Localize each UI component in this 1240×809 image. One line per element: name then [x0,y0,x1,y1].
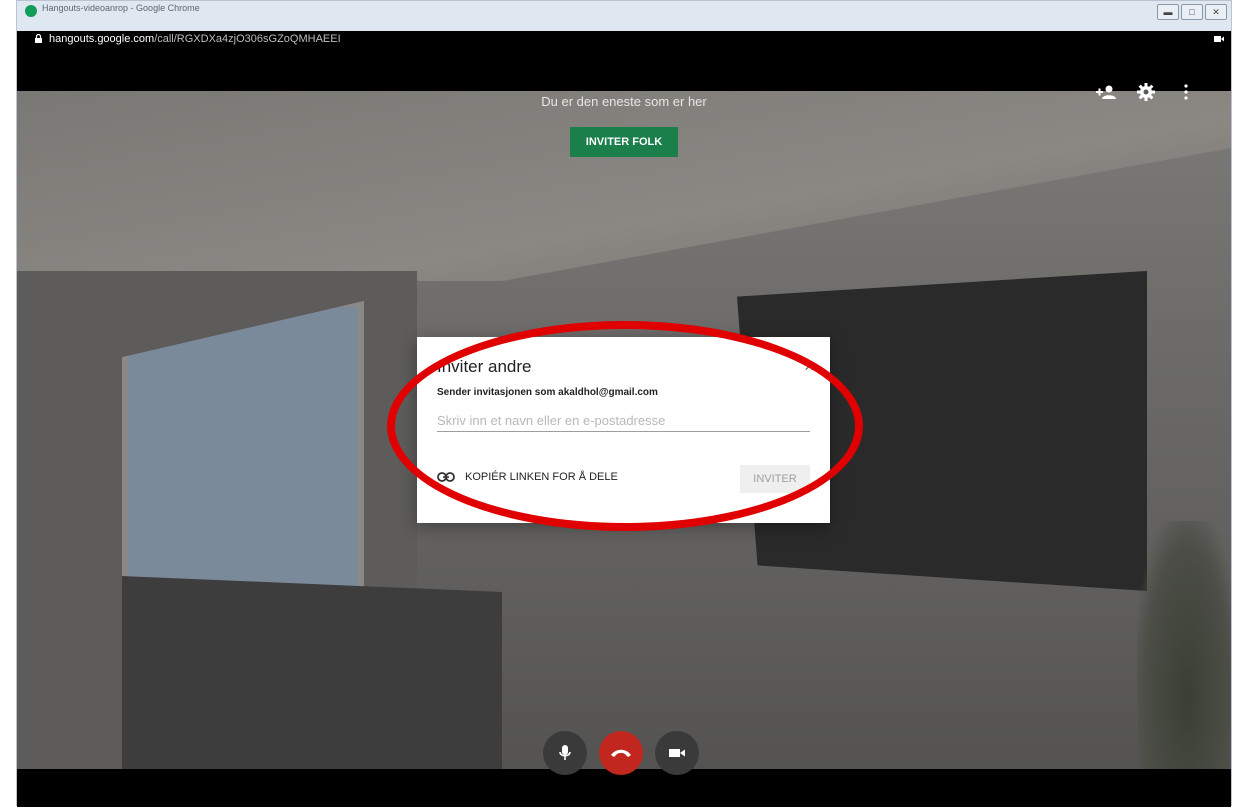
call-toolbar [1095,83,1197,101]
copy-link-label: KOPIÉR LINKEN FOR Å DELE [465,471,618,483]
more-vert-icon[interactable] [1175,83,1197,101]
copy-link-button[interactable]: KOPIÉR LINKEN FOR Å DELE [437,471,618,483]
end-call-icon[interactable] [599,731,643,775]
camera-indicator-icon[interactable] [1214,35,1224,43]
add-person-icon[interactable] [1095,83,1117,101]
call-controls [543,731,699,775]
lock-icon [35,34,42,43]
close-icon[interactable]: × [804,357,814,377]
link-icon [437,472,455,482]
maximize-button[interactable]: □ [1181,4,1203,20]
title-bar: Hangouts-videoanrop - Google Chrome ▬ □ … [17,1,1231,31]
hangouts-icon [25,5,37,17]
minimize-button[interactable]: ▬ [1157,4,1179,20]
dialog-title: Inviter andre [437,357,532,376]
close-window-button[interactable]: ✕ [1205,4,1227,20]
url-host: hangouts.google.com [49,33,155,45]
camera-icon[interactable] [655,731,699,775]
microphone-icon[interactable] [543,731,587,775]
url-text: hangouts.google.com/call/RGXDXa4zjO306sG… [49,33,341,45]
invite-dialog: Inviter andre × Sender invitasjonen som … [417,337,830,523]
sender-text: Sender invitasjonen som akaldhol@gmail.c… [437,387,658,398]
browser-window: Hangouts-videoanrop - Google Chrome ▬ □ … [16,0,1232,807]
url-path: /call/RGXDXa4zjO306sGZoQMHAEEI [154,33,341,45]
invite-button[interactable]: INVITER [740,465,810,493]
invite-people-button[interactable]: INVITER FOLK [570,127,678,157]
invite-input[interactable] [437,409,810,432]
window-controls: ▬ □ ✕ [1157,4,1227,20]
gear-icon[interactable] [1135,83,1157,101]
window-title: Hangouts-videoanrop - Google Chrome [42,3,200,13]
call-status-text: Du er den eneste som er her [541,94,707,109]
address-bar[interactable]: hangouts.google.com/call/RGXDXa4zjO306sG… [17,31,1231,49]
